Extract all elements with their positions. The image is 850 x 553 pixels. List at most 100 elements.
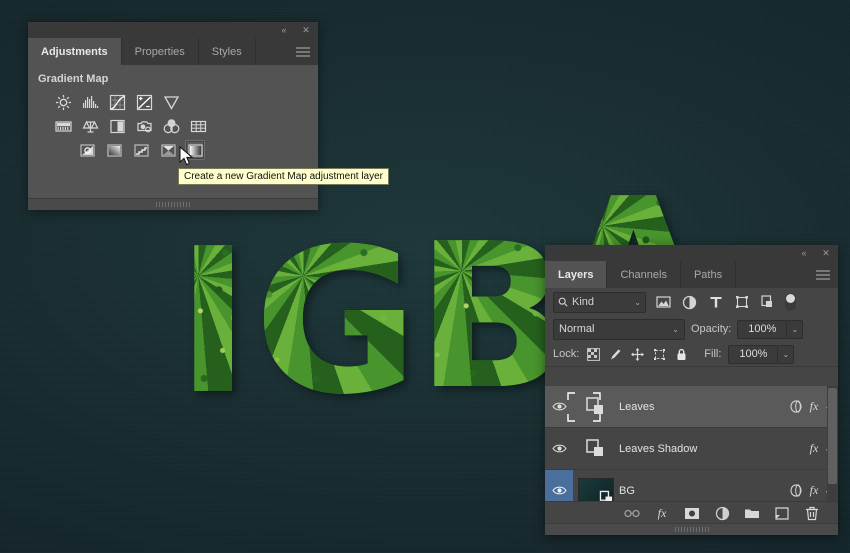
search-icon: [558, 297, 568, 307]
filter-pixel-icon[interactable]: [655, 294, 672, 311]
tab-channels[interactable]: Channels: [607, 261, 681, 288]
effects-badge[interactable]: fx: [810, 441, 819, 456]
eye-icon: [551, 444, 567, 453]
close-icon[interactable]: ✕: [820, 247, 832, 259]
smart-object-thumb-icon: [585, 396, 607, 418]
layer-thumbnail[interactable]: [567, 391, 619, 422]
fill-chevron-icon[interactable]: ⌄: [778, 344, 795, 364]
tab-adjustments[interactable]: Adjustments: [28, 38, 122, 65]
layer-list[interactable]: Leaves fx ⌄ Leaves Shad: [545, 386, 838, 502]
panel-menu-icon[interactable]: [296, 44, 310, 59]
photo-filter-icon[interactable]: [135, 117, 153, 135]
link-layers-icon[interactable]: [624, 505, 640, 521]
collapse-icon[interactable]: «: [278, 24, 290, 36]
filter-smart-object-icon[interactable]: [759, 294, 776, 311]
color-lookup-icon[interactable]: [189, 117, 207, 135]
filter-adjustment-icon[interactable]: [681, 294, 698, 311]
layer-name[interactable]: Leaves Shadow: [619, 443, 810, 455]
posterize-icon[interactable]: [105, 141, 123, 159]
chevron-down-icon[interactable]: ⌄: [672, 325, 679, 334]
hue-saturation-icon[interactable]: [54, 117, 72, 135]
layers-panel[interactable]: « ✕ Layers Channels Paths Kind ⌄ Normal …: [545, 245, 838, 535]
adjustments-row-3: [54, 141, 318, 159]
layer-list-scrollbar[interactable]: [827, 386, 838, 502]
invert-icon[interactable]: [78, 141, 96, 159]
eye-icon: [551, 486, 567, 495]
opacity-chevron-icon[interactable]: ⌄: [787, 319, 804, 339]
tooltip: Create a new Gradient Map adjustment lay…: [178, 168, 389, 185]
adjustments-resize-footer[interactable]: [28, 198, 318, 210]
add-layer-mask-icon[interactable]: [684, 505, 700, 521]
new-group-icon[interactable]: [744, 505, 760, 521]
table-row[interactable]: Leaves Shadow fx ⌄: [545, 428, 838, 470]
adjustments-tabbar[interactable]: Adjustments Properties Styles: [28, 38, 318, 65]
new-adjustment-layer-icon[interactable]: [714, 505, 730, 521]
color-balance-icon[interactable]: [81, 117, 99, 135]
layer-name[interactable]: BG: [619, 485, 790, 497]
levels-icon[interactable]: [81, 93, 99, 111]
exposure-icon[interactable]: [135, 93, 153, 111]
lock-label: Lock:: [553, 348, 580, 360]
close-icon[interactable]: ✕: [300, 24, 312, 36]
adjustments-row-2: [54, 117, 318, 135]
layer-style-icon[interactable]: [790, 484, 804, 497]
fill-input[interactable]: 100%: [728, 344, 779, 364]
lock-artboard-nesting-icon[interactable]: [652, 347, 667, 362]
channel-mixer-icon[interactable]: [162, 117, 180, 135]
layer-filter-row: Kind ⌄: [545, 288, 838, 316]
effects-badge[interactable]: fx: [810, 399, 819, 414]
layers-tabbar[interactable]: Layers Channels Paths: [545, 261, 838, 288]
tab-layers[interactable]: Layers: [545, 261, 608, 288]
selective-color-icon[interactable]: [159, 141, 177, 159]
tab-properties[interactable]: Properties: [122, 38, 199, 65]
layer-name[interactable]: Leaves: [619, 401, 790, 413]
layer-visibility-toggle[interactable]: [545, 428, 573, 469]
filter-kind-select[interactable]: Kind ⌄: [553, 291, 646, 313]
scrollbar-thumb[interactable]: [828, 388, 837, 484]
layer-thumbnail[interactable]: [573, 438, 619, 460]
lock-transparent-pixels-icon[interactable]: [586, 347, 601, 362]
smart-object-thumb-icon: [585, 438, 607, 460]
blend-mode-row: Normal ⌄ Opacity: 100% ⌄: [545, 316, 838, 342]
lock-image-pixels-icon[interactable]: [608, 347, 623, 362]
vibrance-icon[interactable]: [162, 93, 180, 111]
layers-toolbar: fx: [545, 501, 838, 524]
add-layer-style-icon[interactable]: fx: [654, 505, 670, 521]
panel-menu-icon[interactable]: [816, 267, 830, 282]
brightness-contrast-icon[interactable]: [54, 93, 72, 111]
filter-enable-toggle[interactable]: [785, 293, 796, 311]
lock-position-icon[interactable]: [630, 347, 645, 362]
tab-styles[interactable]: Styles: [199, 38, 256, 65]
filter-shape-icon[interactable]: [733, 294, 750, 311]
lock-all-icon[interactable]: [674, 347, 689, 362]
tab-paths[interactable]: Paths: [681, 261, 737, 288]
layer-style-icon[interactable]: [790, 400, 804, 413]
blend-mode-select[interactable]: Normal ⌄: [553, 318, 685, 340]
leaf-letter: G: [254, 206, 419, 439]
layers-resize-footer[interactable]: [545, 523, 838, 535]
resize-grip[interactable]: [156, 202, 190, 207]
threshold-icon[interactable]: [132, 141, 150, 159]
adjustments-titlebar[interactable]: « ✕: [28, 22, 318, 38]
adjustments-row-1: [54, 93, 318, 111]
opacity-label: Opacity:: [691, 323, 732, 335]
chevron-down-icon[interactable]: ⌄: [634, 298, 641, 307]
fx-label: fx: [657, 505, 667, 520]
curves-icon[interactable]: [108, 93, 126, 111]
gradient-map-icon[interactable]: [186, 141, 204, 159]
collapse-icon[interactable]: «: [798, 247, 810, 259]
delete-layer-icon[interactable]: [804, 505, 820, 521]
filter-type-icon[interactable]: [707, 294, 724, 311]
new-layer-icon[interactable]: [774, 505, 790, 521]
table-row[interactable]: Leaves fx ⌄: [545, 386, 838, 428]
table-row[interactable]: BG fx ⌄: [545, 470, 838, 502]
resize-grip[interactable]: [674, 527, 709, 532]
blend-mode-value: Normal: [559, 323, 595, 335]
effects-badge[interactable]: fx: [810, 483, 819, 498]
opacity-input[interactable]: 100%: [737, 319, 788, 339]
black-white-icon[interactable]: [108, 117, 126, 135]
layer-thumbnail[interactable]: [573, 477, 619, 502]
layers-titlebar[interactable]: « ✕: [545, 245, 838, 261]
layer-visibility-toggle[interactable]: [545, 470, 573, 502]
adjustments-icon-grid: [28, 85, 318, 159]
